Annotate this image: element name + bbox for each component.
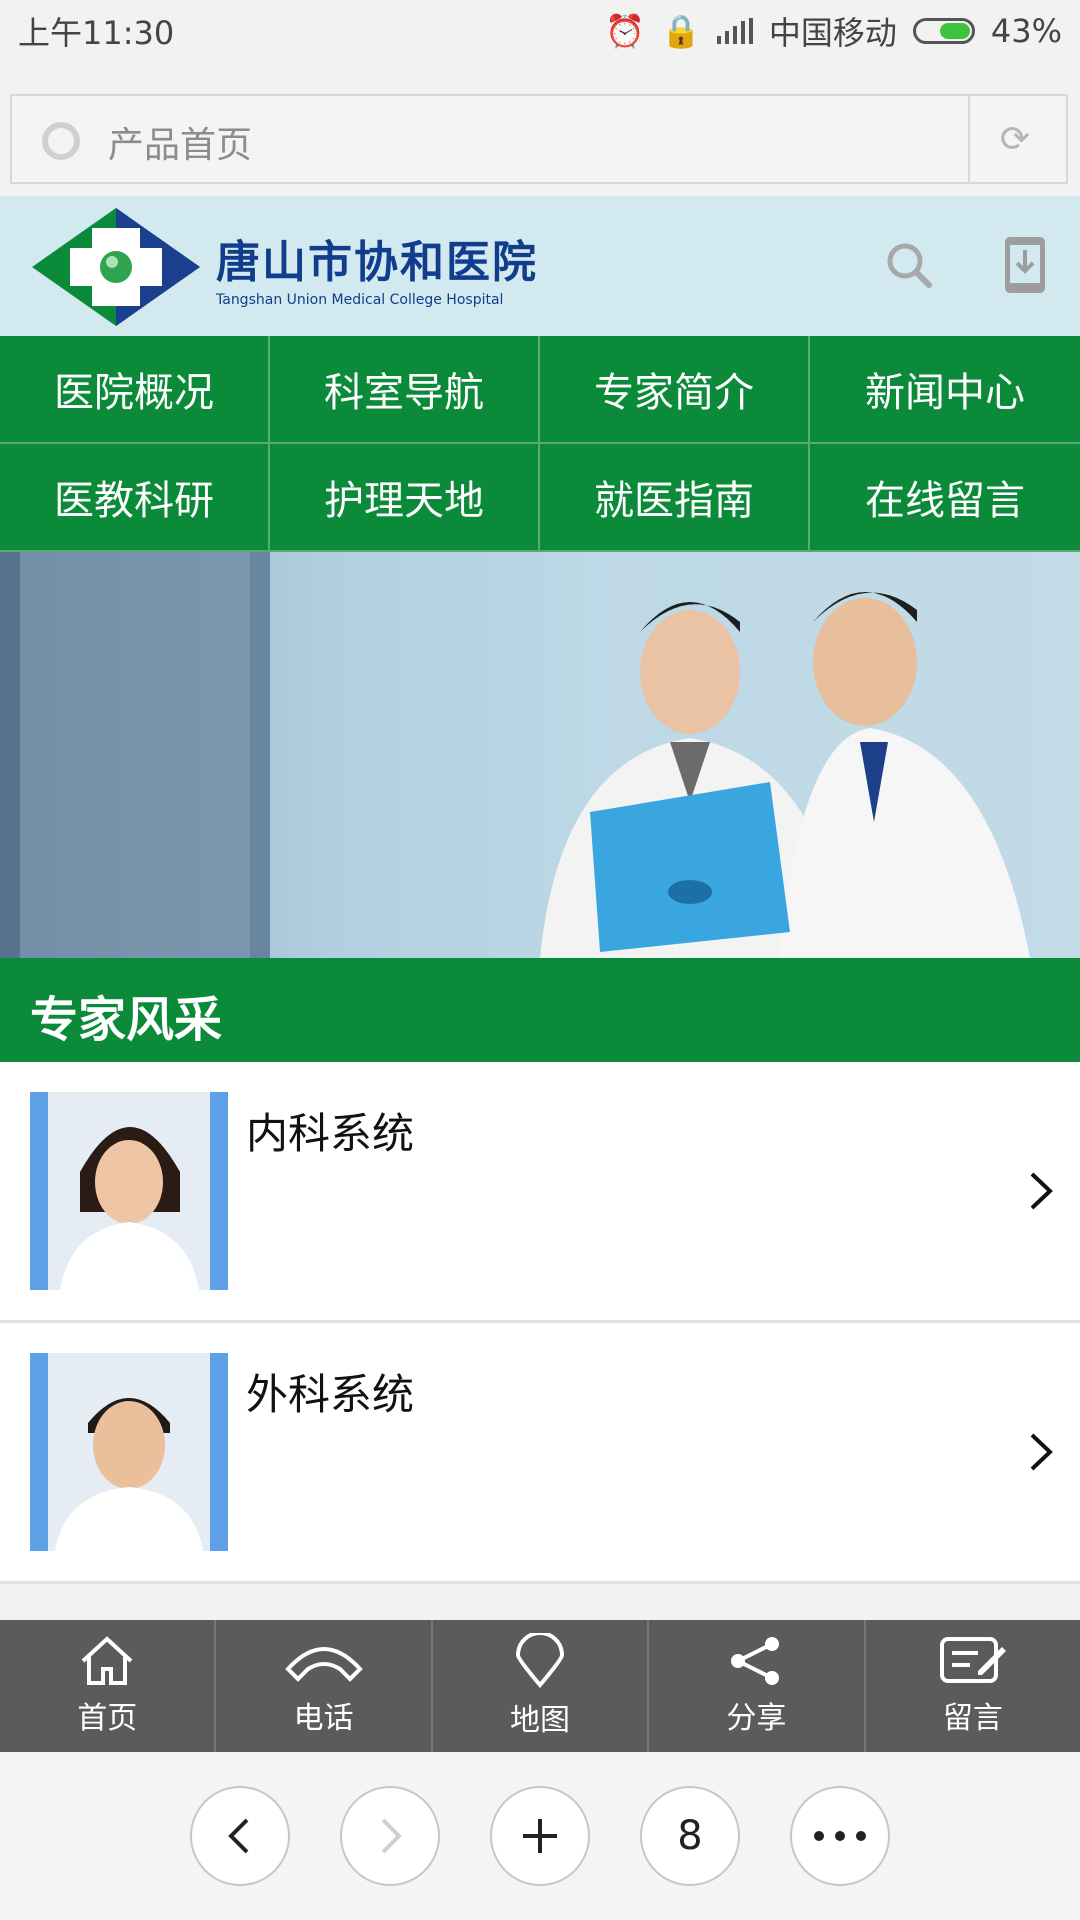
status-right: ⏰ 🔒 中国移动 43% [605, 8, 1062, 54]
battery-percent: 43% [990, 12, 1062, 50]
site-tab-bar: 首页 电话 地图 分享 留言 [0, 1620, 1080, 1752]
hospital-logo[interactable]: 唐山市协和医院 Tangshan Union Medical College H… [30, 206, 538, 328]
expert-photo [30, 1353, 228, 1551]
edit-message-icon [939, 1637, 1006, 1683]
url-bar[interactable]: 产品首页 ⟳ [10, 94, 1068, 184]
nav-item-research[interactable]: 医教科研 [0, 444, 270, 552]
map-pin-icon [516, 1633, 565, 1689]
site-icon [42, 122, 80, 160]
tab-label: 首页 [77, 1701, 138, 1736]
list-item[interactable]: 内科系统 [0, 1062, 1080, 1323]
tab-home[interactable]: 首页 [0, 1620, 217, 1752]
status-time: 上午11:30 [18, 14, 175, 52]
tab-share[interactable]: 分享 [649, 1620, 866, 1752]
download-app-icon[interactable] [990, 230, 1060, 300]
logo-english-name: Tangshan Union Medical College Hospital [216, 292, 504, 308]
signal-icon [716, 18, 753, 44]
nav-item-department-nav[interactable]: 科室导航 [270, 336, 540, 444]
chevron-left-icon [228, 1818, 249, 1854]
chevron-right-icon [1030, 1172, 1053, 1210]
refresh-icon[interactable]: ⟳ [994, 118, 1036, 160]
nav-item-message[interactable]: 在线留言 [810, 444, 1080, 552]
list-item-title: 外科系统 [246, 1370, 415, 1419]
nav-item-news[interactable]: 新闻中心 [810, 336, 1080, 444]
tab-label: 分享 [726, 1701, 787, 1736]
tab-label: 地图 [510, 1703, 571, 1738]
share-icon [731, 1637, 780, 1685]
banner-image[interactable] [0, 552, 1080, 958]
carrier-name: 中国移动 [768, 14, 897, 52]
logo-text: 唐山市协和医院 Tangshan Union Medical College H… [216, 226, 538, 308]
alarm-icon: ⏰ [605, 12, 646, 50]
url-text[interactable]: 产品首页 [108, 116, 252, 168]
browser-toolbar: 8 [0, 1752, 1080, 1920]
nav-item-nursing[interactable]: 护理天地 [270, 444, 540, 552]
nav-item-experts[interactable]: 专家简介 [540, 336, 810, 444]
lock-icon: 🔒 [661, 12, 701, 50]
tabs-count-button[interactable]: 8 [640, 1786, 740, 1886]
phone-icon [284, 1647, 363, 1682]
section-header: 专家风采 [0, 958, 1080, 1062]
url-divider [968, 96, 970, 182]
expert-photo [30, 1092, 228, 1290]
section-title: 专家风采 [30, 992, 223, 1048]
tab-label: 留言 [942, 1701, 1003, 1736]
back-button[interactable] [190, 1786, 290, 1886]
main-nav: 医院概况 科室导航 专家简介 新闻中心 医教科研 护理天地 就医指南 在线留言 [0, 336, 1080, 552]
battery-icon [912, 18, 975, 44]
search-icon[interactable] [874, 230, 944, 300]
status-bar: 上午11:30 ⏰ 🔒 中国移动 43% [0, 0, 1080, 60]
list-item[interactable]: 外科系统 [0, 1323, 1080, 1584]
site-header: 唐山市协和医院 Tangshan Union Medical College H… [0, 196, 1080, 336]
nav-item-guide[interactable]: 就医指南 [540, 444, 810, 552]
chevron-right-icon [381, 1818, 402, 1854]
tab-message[interactable]: 留言 [866, 1620, 1080, 1752]
hospital-logo-icon [32, 208, 200, 326]
tab-phone[interactable]: 电话 [216, 1620, 433, 1752]
more-icon [814, 1831, 866, 1841]
home-icon [81, 1636, 133, 1685]
plus-icon [523, 1819, 557, 1853]
new-tab-button[interactable] [490, 1786, 590, 1886]
forward-button[interactable] [340, 1786, 440, 1886]
nav-item-hospital-overview[interactable]: 医院概况 [0, 336, 270, 444]
more-menu-button[interactable] [790, 1786, 890, 1886]
logo-chinese-name: 唐山市协和医院 [216, 237, 538, 288]
tab-map[interactable]: 地图 [433, 1620, 650, 1752]
chevron-right-icon [1030, 1433, 1053, 1471]
list-item-title: 内科系统 [246, 1109, 415, 1158]
tab-label: 电话 [293, 1701, 354, 1736]
banner-doctors-illustration [0, 552, 1080, 958]
expert-list: 内科系统 外科系统 [0, 1062, 1080, 1584]
